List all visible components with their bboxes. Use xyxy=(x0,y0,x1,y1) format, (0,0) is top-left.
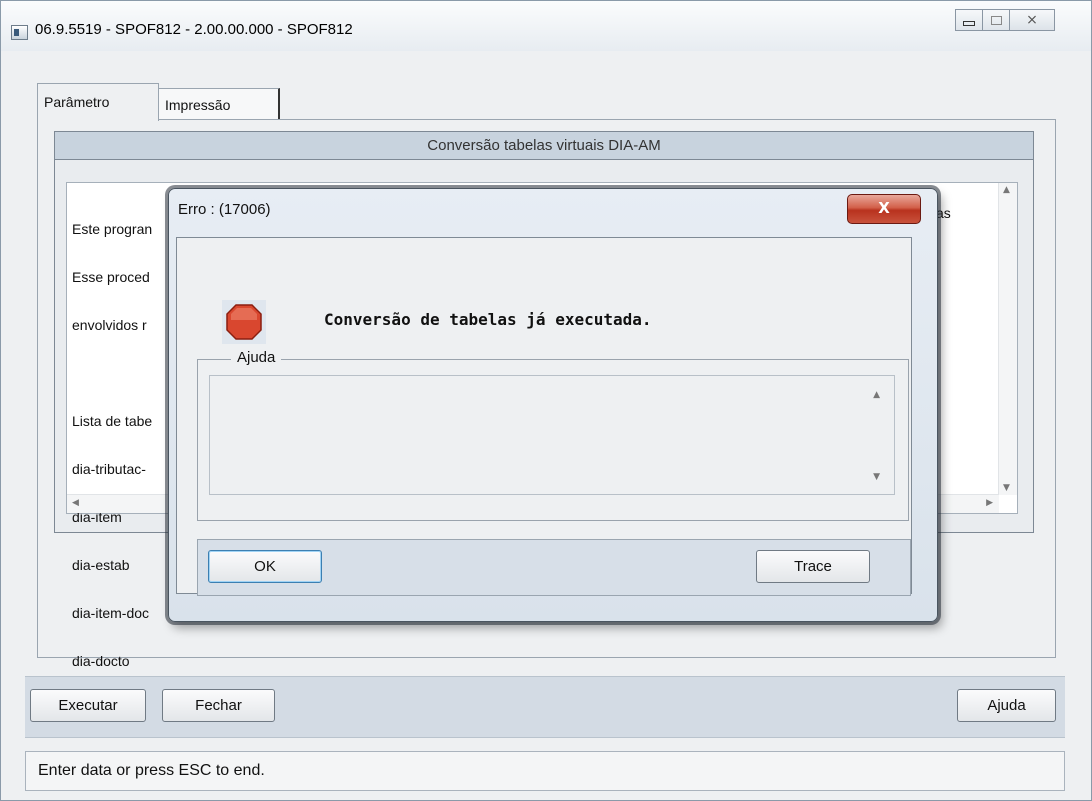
help-button[interactable]: Ajuda xyxy=(957,689,1056,722)
text-overflow-fragment: as xyxy=(936,205,951,221)
trace-button[interactable]: Trace xyxy=(756,550,870,583)
maximize-icon xyxy=(990,15,1002,25)
vertical-scrollbar[interactable]: ▲ ▼ xyxy=(998,183,1017,495)
tab-impressao[interactable]: Impressão xyxy=(158,88,280,119)
error-message: Conversão de tabelas já executada. xyxy=(324,310,652,329)
text-line: Este progran xyxy=(72,221,153,237)
close-form-button[interactable]: Fechar xyxy=(162,689,275,722)
scroll-up-icon[interactable]: ▲ xyxy=(873,390,880,400)
dialog-close-button[interactable]: X xyxy=(847,194,921,224)
scroll-down-icon[interactable]: ▼ xyxy=(873,472,880,482)
scroll-left-icon[interactable]: ◀ xyxy=(72,498,79,508)
window-controls: ⨯ xyxy=(955,9,1055,31)
app-icon xyxy=(11,25,28,40)
button-bar: Executar Fechar Ajuda xyxy=(25,676,1065,738)
text-line xyxy=(72,365,152,381)
scroll-up-icon[interactable]: ▲ xyxy=(1003,185,1010,195)
maximize-button[interactable] xyxy=(982,9,1010,31)
text-line: dia-docto xyxy=(72,653,130,669)
close-icon: ⨯ xyxy=(1026,12,1038,28)
section-title: Conversão tabelas virtuais DIA-AM xyxy=(55,132,1033,160)
title-bar: 06.9.5519 - SPOF812 - 2.00.00.000 - SPOF… xyxy=(1,1,1091,51)
dialog-title: Erro : (17006) xyxy=(178,201,271,218)
help-legend: Ajuda xyxy=(231,349,282,366)
help-textbox[interactable]: ▲ ▼ xyxy=(209,375,895,495)
minimize-icon xyxy=(963,20,975,26)
status-bar: Enter data or press ESC to end. xyxy=(25,751,1065,791)
dialog-button-bar: OK Trace xyxy=(197,539,911,596)
text-line: Lista de tabe xyxy=(72,413,153,429)
tab-parametro[interactable]: Parâmetro xyxy=(37,83,159,121)
scroll-down-icon[interactable]: ▼ xyxy=(1003,483,1010,493)
minimize-button[interactable] xyxy=(955,9,983,31)
text-line: dia-estab xyxy=(72,557,130,573)
scroll-right-icon[interactable]: ▶ xyxy=(986,498,993,508)
error-dialog: Erro : (17006) X Conversão de tabelas já… xyxy=(168,188,938,622)
text-line: Esse proced xyxy=(72,269,150,285)
close-icon: X xyxy=(878,199,890,217)
description-lines: Este progran Esse proced envolvidos r Li… xyxy=(72,189,152,749)
text-line: dia-tributac- xyxy=(72,461,146,477)
ok-button[interactable]: OK xyxy=(208,550,322,583)
execute-button[interactable]: Executar xyxy=(30,689,146,722)
window-title: 06.9.5519 - SPOF812 - 2.00.00.000 - SPOF… xyxy=(35,21,353,38)
text-line: envolvidos r xyxy=(72,317,147,333)
text-line: dia-item-doc xyxy=(72,605,150,621)
stop-icon xyxy=(222,300,266,344)
close-button[interactable]: ⨯ xyxy=(1009,9,1055,31)
